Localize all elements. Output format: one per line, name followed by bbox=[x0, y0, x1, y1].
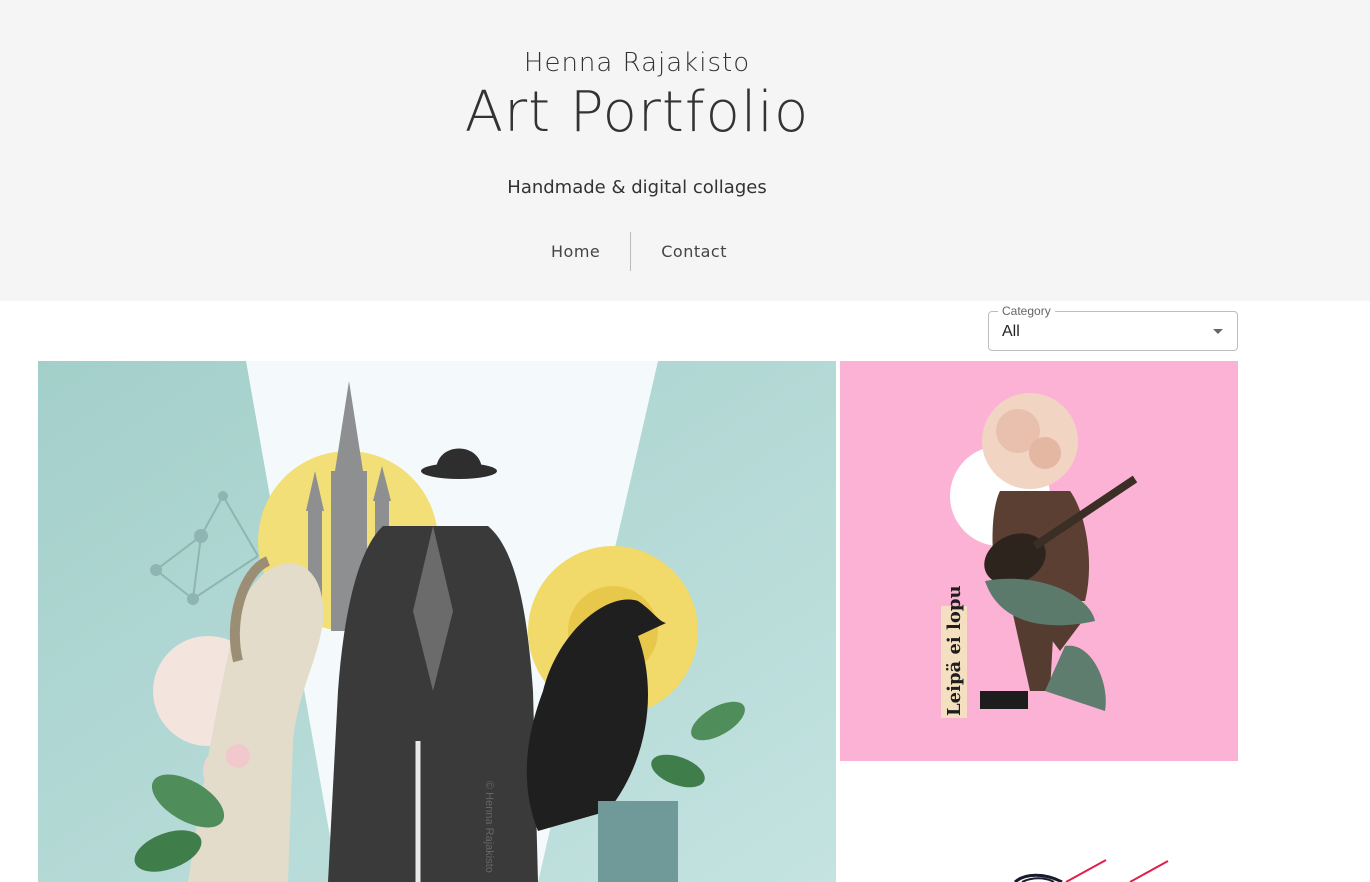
artwork-signature: © Henna Rajakisto bbox=[483, 781, 495, 873]
nav-home-link[interactable]: Home bbox=[521, 242, 630, 261]
category-label: Category bbox=[998, 304, 1055, 318]
rose-guitarist-image: Leipä ei lopu bbox=[840, 361, 1238, 761]
site-header: Henna Rajakisto Art Portfolio Handmade &… bbox=[0, 0, 1370, 301]
site-tagline: Handmade & digital collages bbox=[507, 177, 767, 198]
category-select[interactable]: Category All bbox=[988, 304, 1238, 351]
artwork-tile-geometric[interactable] bbox=[840, 765, 1238, 882]
site-title: Art Portfolio bbox=[464, 80, 810, 145]
nav-contact-link[interactable]: Contact bbox=[631, 242, 757, 261]
artwork-caption: Leipä ei lopu bbox=[944, 585, 965, 716]
main-nav: Home Contact bbox=[521, 232, 757, 271]
artwork-tile-rose-guitarist[interactable]: Leipä ei lopu bbox=[840, 361, 1238, 761]
dapper-collage-image: © Henna Rajakisto bbox=[38, 361, 836, 882]
dropdown-arrow-icon bbox=[1213, 329, 1223, 334]
category-value: All bbox=[1002, 323, 1020, 340]
artwork-tile-dapper[interactable]: © Henna Rajakisto bbox=[38, 361, 836, 882]
artist-name: Henna Rajakisto bbox=[523, 48, 751, 78]
geometric-collage-image bbox=[840, 765, 1238, 882]
